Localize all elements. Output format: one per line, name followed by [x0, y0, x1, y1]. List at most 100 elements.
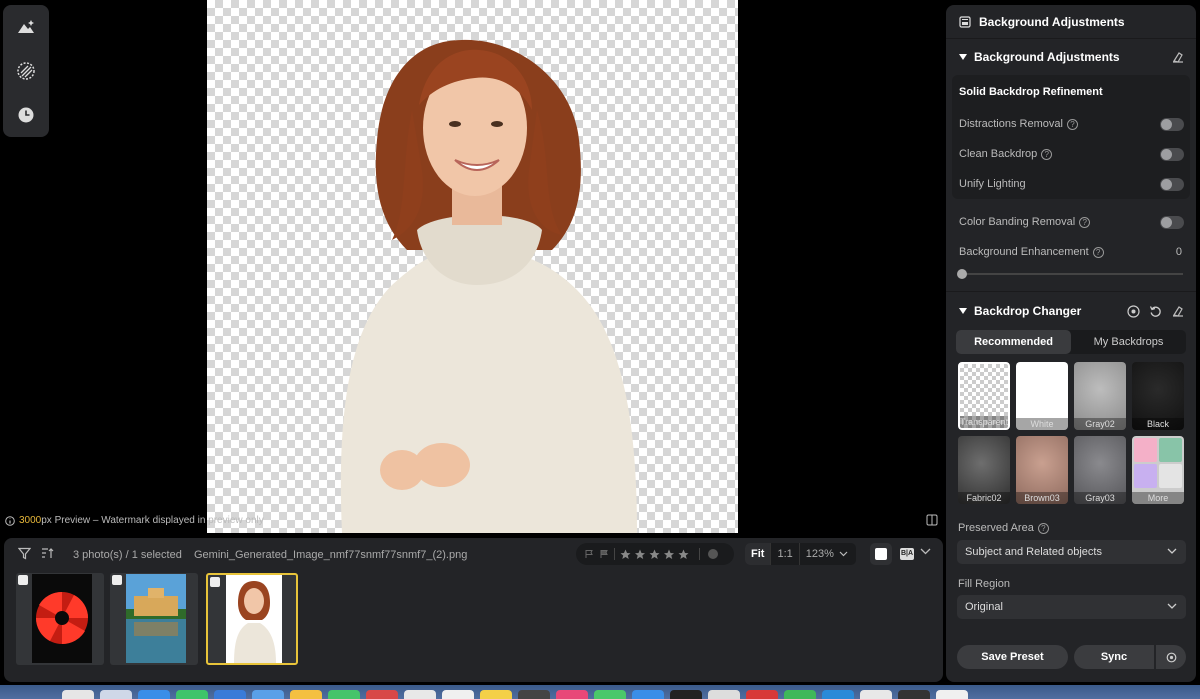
dock-app-icon[interactable]	[746, 690, 778, 699]
unify-lighting-toggle[interactable]	[1160, 178, 1184, 191]
edited-icon	[112, 575, 122, 585]
eye-icon[interactable]	[1127, 305, 1140, 318]
dock-app-icon[interactable]	[556, 690, 588, 699]
dock-app-icon[interactable]	[62, 690, 94, 699]
filmstrip: 3 photo(s) / 1 selected Gemini_Generated…	[4, 538, 943, 682]
dock-app-icon[interactable]	[898, 690, 930, 699]
tab-my-backdrops[interactable]: My Backdrops	[1071, 330, 1186, 354]
sort-icon[interactable]	[41, 547, 55, 560]
info-icon	[5, 515, 15, 526]
reset-icon[interactable]	[1149, 305, 1162, 318]
tool-history-button[interactable]	[11, 100, 41, 130]
panel-header: Background Adjustments	[946, 5, 1196, 39]
color-tile	[1159, 438, 1182, 462]
dock-app-icon[interactable]	[442, 690, 474, 699]
help-icon[interactable]: ?	[1066, 118, 1078, 130]
backdrop-changer-header[interactable]: Backdrop Changer	[946, 292, 1196, 330]
color-label-dot[interactable]	[708, 549, 718, 559]
help-icon[interactable]: ?	[1037, 522, 1049, 534]
star-rating[interactable]	[620, 549, 690, 560]
dock-app-icon[interactable]	[822, 690, 854, 699]
file-name: Gemini_Generated_Image_nmf77snmf77snmf7_…	[194, 549, 468, 561]
help-icon[interactable]: ?	[1079, 216, 1091, 228]
color-banding-toggle[interactable]	[1160, 216, 1184, 229]
background-white-toggle[interactable]	[870, 543, 892, 565]
swatch-fabric02[interactable]: Fabric02	[958, 436, 1010, 504]
fill-region-select[interactable]: Original	[957, 595, 1186, 619]
split-view-icon[interactable]	[926, 514, 938, 526]
save-preset-button[interactable]: Save Preset	[957, 645, 1068, 669]
dock-app-icon[interactable]	[936, 690, 968, 699]
sync-settings-button[interactable]	[1156, 645, 1186, 669]
dock-app-icon[interactable]	[290, 690, 322, 699]
help-icon[interactable]: ?	[1041, 148, 1053, 160]
help-icon[interactable]: ?	[1092, 246, 1104, 258]
fill-region-label: Fill Region	[958, 578, 1010, 590]
dock-app-icon[interactable]	[480, 690, 512, 699]
dock-app-icon[interactable]	[860, 690, 892, 699]
panel-title: Background Adjustments	[979, 14, 1125, 29]
field-label-text: Preserved Area	[958, 522, 1034, 534]
row-label: Background Enhancement	[959, 246, 1089, 258]
dock-app-icon[interactable]	[784, 690, 816, 699]
swatch-more[interactable]: More	[1132, 436, 1184, 504]
adjustments-panel: Background Adjustments Background Adjust…	[946, 5, 1196, 682]
dock-app-icon[interactable]	[632, 690, 664, 699]
eraser-icon[interactable]	[1172, 305, 1184, 317]
enhancement-slider[interactable]	[946, 267, 1196, 287]
swatch-gray02[interactable]: Gray02	[1074, 362, 1126, 430]
tab-recommended[interactable]: Recommended	[956, 330, 1071, 354]
dock-app-icon[interactable]	[404, 690, 436, 699]
swatch-transparent[interactable]: Transparent	[958, 362, 1010, 430]
swatch-label: White	[1016, 418, 1068, 430]
tool-adjust-button[interactable]	[11, 12, 41, 42]
solid-backdrop-card: Solid Backdrop Refinement Distractions R…	[952, 75, 1190, 199]
dock-app-icon[interactable]	[708, 690, 740, 699]
dock-app-icon[interactable]	[214, 690, 246, 699]
preserved-area-label: Preserved Area?	[958, 522, 1049, 534]
dock-app-icon[interactable]	[328, 690, 360, 699]
preserved-area-select[interactable]: Subject and Related objects	[957, 540, 1186, 564]
reject-flag-icon[interactable]	[599, 549, 609, 559]
thumbnail-spiral[interactable]	[16, 573, 104, 665]
dock-app-icon[interactable]	[138, 690, 170, 699]
zoom-percent-dropdown[interactable]: 123%	[800, 543, 854, 565]
flag-icon[interactable]	[584, 549, 594, 559]
clean-backdrop-toggle[interactable]	[1160, 148, 1184, 161]
swatch-gray03[interactable]: Gray03	[1074, 436, 1126, 504]
distractions-toggle[interactable]	[1160, 118, 1184, 131]
dock-app-icon[interactable]	[176, 690, 208, 699]
swatch-white[interactable]: White	[1016, 362, 1068, 430]
swatch-label: Gray03	[1074, 492, 1126, 504]
unify-lighting-row: Unify Lighting	[952, 169, 1190, 199]
dock-app-icon[interactable]	[518, 690, 550, 699]
dock-app-icon[interactable]	[100, 690, 132, 699]
dock-app-icon[interactable]	[594, 690, 626, 699]
distractions-removal-row: Distractions Removal?	[952, 109, 1190, 139]
mountain-sparkle-icon	[18, 20, 34, 33]
image-canvas[interactable]	[207, 0, 738, 533]
dock-app-icon[interactable]	[670, 690, 702, 699]
sync-button[interactable]: Sync	[1074, 645, 1154, 669]
tool-dock	[3, 5, 49, 137]
zoom-fit-button[interactable]: Fit	[745, 543, 772, 565]
edited-icon	[18, 575, 28, 585]
swatch-label: Transparent	[960, 416, 1008, 428]
before-after-button[interactable]: B|A	[900, 548, 914, 560]
edited-icon	[210, 577, 220, 587]
dock-app-icon[interactable]	[366, 690, 398, 699]
swatch-label: Gray02	[1074, 418, 1126, 430]
hatched-circle-icon	[17, 62, 35, 80]
swatch-brown03[interactable]: Brown03	[1016, 436, 1068, 504]
dock-app-icon[interactable]	[252, 690, 284, 699]
thumbnail-portrait-selected[interactable]	[206, 573, 298, 665]
slider-knob[interactable]	[957, 269, 967, 279]
swatch-black[interactable]: Black	[1132, 362, 1184, 430]
bg-adjustments-section-header[interactable]: Background Adjustments	[946, 39, 1196, 75]
chevron-down-icon[interactable]	[920, 548, 931, 555]
filter-icon[interactable]	[18, 547, 31, 560]
tool-texture-button[interactable]	[11, 56, 41, 86]
eraser-icon[interactable]	[1172, 51, 1184, 63]
thumbnail-building[interactable]	[110, 573, 198, 665]
zoom-1to1-button[interactable]: 1:1	[771, 543, 800, 565]
